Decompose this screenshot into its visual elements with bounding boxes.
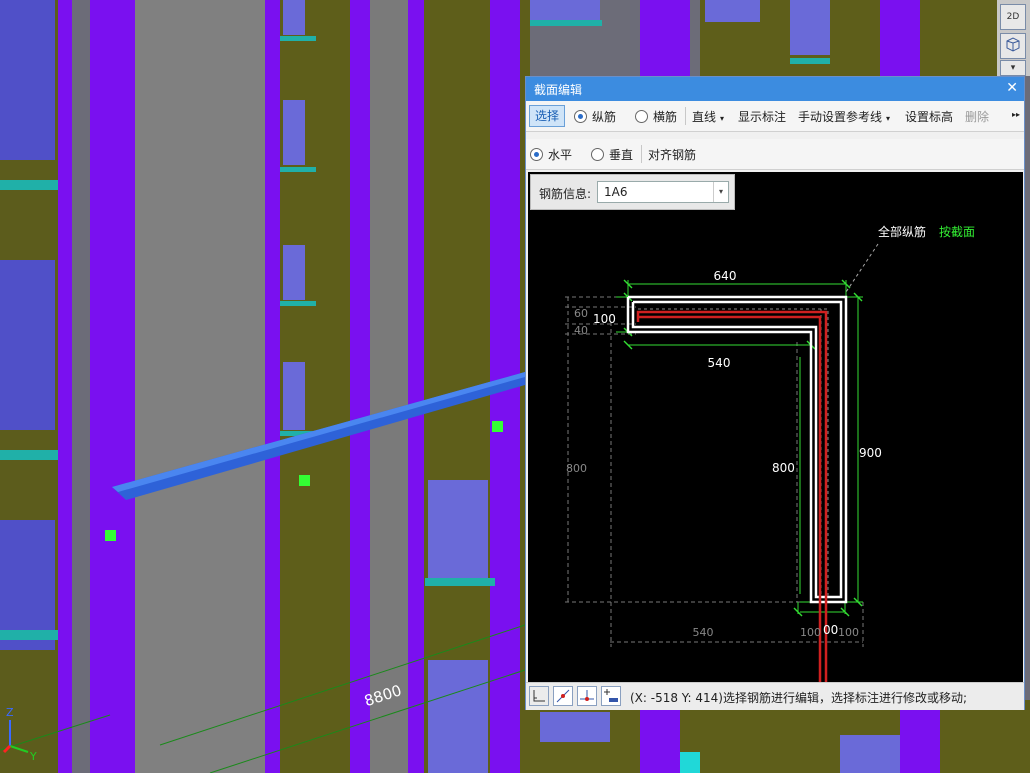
dim-800-ghost: 800 bbox=[566, 462, 587, 475]
close-icon[interactable]: ✕ bbox=[1006, 80, 1018, 96]
rebar-info-label: 钢筋信息: bbox=[539, 187, 592, 201]
dim-40: 40 bbox=[574, 324, 588, 337]
rebar-info-panel: 钢筋信息: 1A6 ▾ bbox=[530, 174, 735, 210]
dim-100-bottom-b: 100 bbox=[838, 626, 859, 639]
ortho-snap-icon[interactable] bbox=[529, 686, 549, 706]
dropdown-arrow-icon: ▾ bbox=[886, 114, 891, 123]
view-2d-button[interactable]: 2D bbox=[1000, 4, 1026, 30]
radio-vertical[interactable]: 垂直 bbox=[591, 146, 633, 163]
dialog-title-bar[interactable]: 截面编辑 ✕ bbox=[526, 77, 1024, 101]
status-text: (X: -518 Y: 414)选择钢筋进行编辑，选择标注进行修改或移动; bbox=[630, 691, 968, 705]
axis-z-label: Z bbox=[6, 706, 14, 719]
dim-540-bottom: 540 bbox=[693, 626, 714, 639]
chevron-down-icon: ▾ bbox=[713, 182, 728, 202]
view-more-button[interactable]: ▾ bbox=[1000, 60, 1026, 76]
radio-checked-icon bbox=[530, 148, 543, 161]
toolbar-secondary: 水平 垂直 对齐钢筋 bbox=[526, 139, 1024, 170]
dim-100-left: 100 bbox=[593, 312, 616, 326]
dim-900: 900 bbox=[859, 446, 882, 460]
dim-540-inner: 540 bbox=[708, 356, 731, 370]
line-dropdown[interactable]: 直线 ▾ bbox=[692, 108, 724, 125]
section-drawing: 640 540 100 900 800 00 60 40 800 540 100… bbox=[565, 224, 975, 682]
delete-button[interactable]: 删除 bbox=[965, 108, 989, 125]
radio-unchecked-icon bbox=[591, 148, 604, 161]
radio-longitudinal[interactable]: 纵筋 bbox=[574, 108, 616, 125]
radio-transverse[interactable]: 横筋 bbox=[635, 108, 677, 125]
section-canvas[interactable]: 640 540 100 900 800 00 60 40 800 540 100… bbox=[528, 172, 1023, 682]
toolbar-main: 选择 纵筋 横筋 直线 ▾ 显示标注 手动设置参考线 ▾ 设置标高 删除 ▸▸ bbox=[526, 101, 1024, 132]
radio-unchecked-icon bbox=[635, 110, 648, 123]
dim-100-bottom-a: 100 bbox=[800, 626, 821, 639]
perpendicular-snap-icon[interactable] bbox=[577, 686, 597, 706]
view-3d-cube-button[interactable] bbox=[1000, 33, 1026, 59]
show-annotation-button[interactable]: 显示标注 bbox=[738, 108, 786, 125]
align-rebar-button[interactable]: 对齐钢筋 bbox=[648, 146, 696, 163]
dim-60: 60 bbox=[574, 307, 588, 320]
dim-800-inner: 800 bbox=[772, 461, 795, 475]
more-icon[interactable]: ▸▸ bbox=[1012, 110, 1020, 119]
line-label: 直线 bbox=[692, 110, 717, 124]
set-elevation-button[interactable]: 设置标高 bbox=[905, 108, 953, 125]
all-longitudinal-label: 全部纵筋 bbox=[878, 224, 926, 239]
section-edit-dialog: 截面编辑 ✕ 选择 纵筋 横筋 直线 ▾ 显示标注 手动设置参考线 ▾ 设置标高 删… bbox=[525, 76, 1025, 710]
select-button[interactable]: 选择 bbox=[529, 105, 565, 127]
radio-horizontal[interactable]: 水平 bbox=[530, 146, 572, 163]
cube-icon bbox=[1006, 37, 1020, 52]
dim-640: 640 bbox=[714, 269, 737, 283]
manual-guide-label: 手动设置参考线 bbox=[798, 110, 883, 124]
rebar-info-value: 1A6 bbox=[604, 185, 628, 199]
dim-bottom-00: 00 bbox=[823, 623, 838, 637]
by-section-label: 按截面 bbox=[939, 225, 975, 239]
axis-y-label: Y bbox=[29, 750, 37, 763]
dialog-title: 截面编辑 bbox=[534, 83, 583, 97]
longitudinal-label: 纵筋 bbox=[592, 110, 617, 124]
rebar-info-select[interactable]: 1A6 ▾ bbox=[597, 181, 729, 203]
diagonal-snap-icon[interactable] bbox=[553, 686, 573, 706]
vertical-label: 垂直 bbox=[609, 148, 634, 162]
radio-checked-icon bbox=[574, 110, 587, 123]
axis-gizmo: Z Y bbox=[2, 706, 37, 763]
status-bar: (X: -518 Y: 414)选择钢筋进行编辑，选择标注进行修改或移动; bbox=[526, 682, 1024, 710]
transverse-label: 横筋 bbox=[653, 110, 678, 124]
dropdown-arrow-icon: ▾ bbox=[720, 114, 725, 123]
horizontal-label: 水平 bbox=[548, 148, 573, 162]
add-point-snap-icon[interactable] bbox=[601, 686, 621, 706]
manual-guide-dropdown[interactable]: 手动设置参考线 ▾ bbox=[798, 108, 890, 125]
